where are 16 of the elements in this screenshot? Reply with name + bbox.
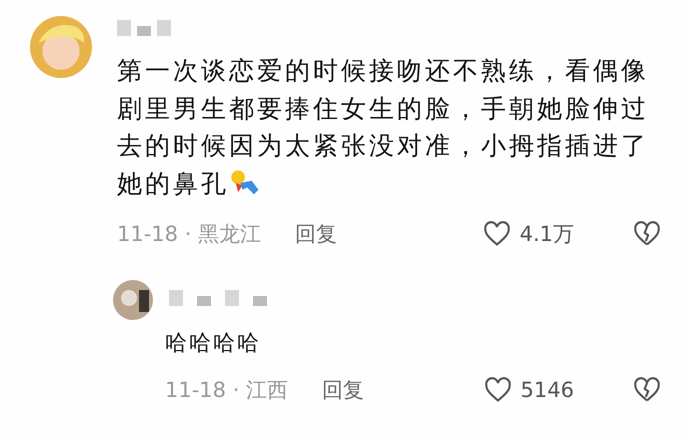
reply-text: 哈哈哈哈 [165,330,262,358]
comment-text-line: 去的时候因为太紧张没对准，小拇指插进了 [117,130,649,162]
heart-icon[interactable] [482,220,512,248]
like-count: 5146 [520,378,574,402]
comment-date: 11-18 · 江西 [165,377,288,404]
comment-text-line: 第一次谈恋爱的时候接吻还不熟练，看偶像 [117,55,649,87]
reply-link[interactable]: 回复 [322,376,364,404]
like-count: 4.1万 [520,221,574,248]
avatar-icon[interactable] [113,280,153,320]
reply-link[interactable]: 回复 [295,220,338,248]
heart-icon[interactable] [482,376,513,404]
broken-heart-icon[interactable] [632,220,662,248]
comment-text-line: 她的鼻孔 [117,168,229,200]
comment-date: 11-18 · 黑龙江 [117,221,262,248]
comment-text-line: 剧里男生都要捧住女生的脸，手朝她脸伸过 [117,92,649,124]
broken-heart-icon[interactable] [632,376,662,404]
